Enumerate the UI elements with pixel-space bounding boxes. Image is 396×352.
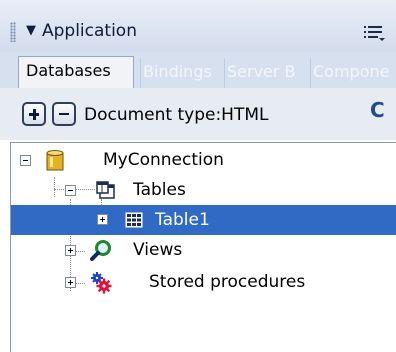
connection-label: MyConnection: [103, 150, 224, 170]
tree-row-views[interactable]: Views: [11, 235, 396, 265]
tab-components[interactable]: Compone: [310, 58, 396, 88]
tree-row-table1[interactable]: Table1: [11, 205, 396, 235]
stored-procedures-gears-icon: [91, 272, 112, 294]
panel-title[interactable]: Application: [42, 19, 137, 43]
tab-bindings[interactable]: Bindings: [140, 58, 222, 88]
panel-options-menu-icon[interactable]: [362, 22, 386, 44]
views-label: Views: [133, 240, 183, 260]
table-grid-icon: [125, 212, 143, 228]
remove-button[interactable]: [52, 102, 76, 126]
expand-toggle[interactable]: [97, 214, 108, 225]
add-button[interactable]: [22, 102, 46, 126]
plus-icon-vertical: [32, 109, 36, 120]
tree-row-stored-procedures[interactable]: Stored procedures: [11, 267, 396, 297]
tables-label: Tables: [133, 180, 186, 200]
collapse-triangle-icon[interactable]: ▼: [26, 24, 36, 37]
tables-icon: [96, 181, 115, 199]
tree-row-connection[interactable]: MyConnection: [11, 145, 396, 175]
views-magnifier-icon: [90, 240, 111, 261]
tab-databases[interactable]: Databases: [18, 56, 134, 88]
expand-toggle[interactable]: [65, 245, 76, 256]
minus-icon: [59, 113, 69, 115]
tab-server-behaviors[interactable]: Server B: [224, 58, 308, 88]
document-type-label: Document type:HTML: [84, 105, 269, 125]
database-cylinder-icon: [46, 150, 64, 171]
refresh-icon[interactable]: C: [370, 98, 385, 122]
expand-toggle[interactable]: [65, 277, 76, 288]
collapse-toggle[interactable]: [20, 155, 31, 166]
table-name-label: Table1: [155, 210, 210, 230]
collapse-toggle[interactable]: [65, 185, 76, 196]
database-tree: MyConnection Tables Table1 Views Stored …: [10, 142, 396, 352]
tree-row-tables[interactable]: Tables: [11, 175, 396, 205]
stored-procedures-label: Stored procedures: [149, 272, 306, 292]
panel-grip-handle[interactable]: [10, 22, 16, 42]
tab-strip: Databases Bindings Server B Compone: [0, 52, 396, 89]
